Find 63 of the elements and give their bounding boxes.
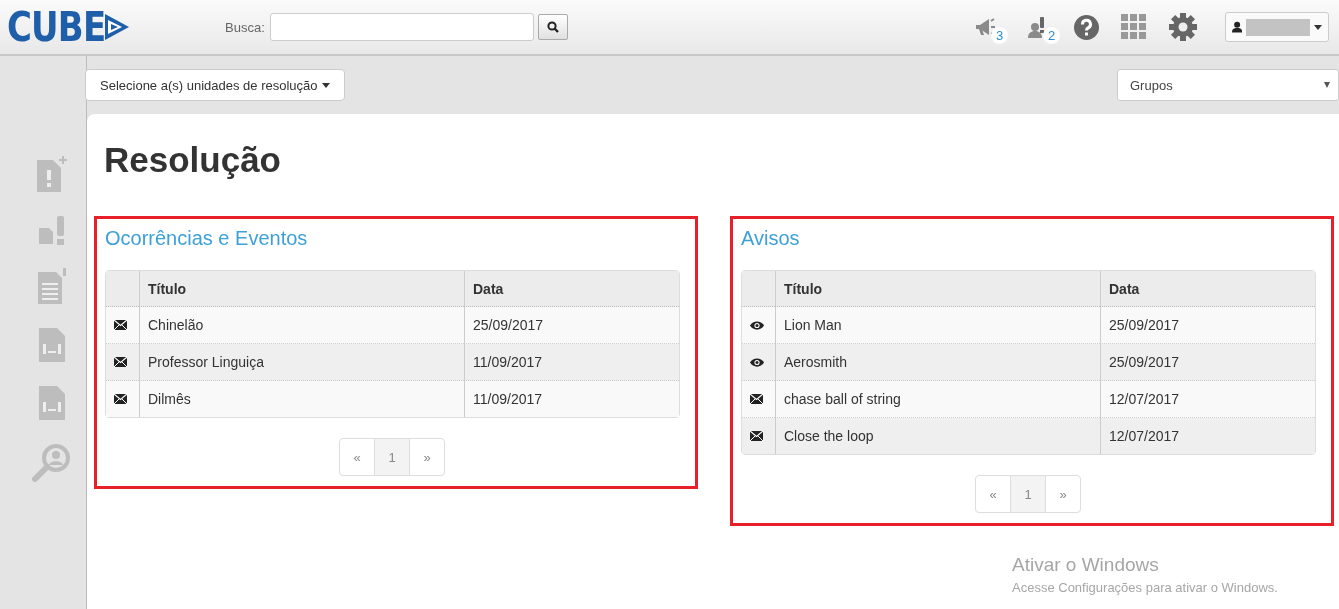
notification-count: 3 [991,27,1008,44]
header-cell: Título [775,271,1100,307]
search-button[interactable] [537,14,568,40]
user-menu[interactable] [1225,12,1329,42]
notification-count: 2 [1043,27,1060,44]
table-cell: Dilmês [139,381,464,417]
logo-text[interactable]: CUBE [7,4,106,50]
caret-icon [1314,24,1322,30]
next-page-button[interactable]: » [1045,475,1081,513]
envelope-icon [114,320,127,330]
table-cell: Professor Linguiça [139,344,464,381]
header-cell: Data [1100,271,1315,307]
activation-title: Ativar o Windows [1012,554,1160,576]
table-cell: 12/07/2017 [1100,418,1315,454]
envelope-icon [114,357,127,367]
table-cell: 25/09/2017 [464,307,679,344]
table-cell: Chinelão [139,307,464,344]
table-cell: 11/09/2017 [464,344,679,381]
caret-icon [321,82,330,88]
table-cell: Lion Man [775,307,1100,344]
apps-grid-icon[interactable] [1121,14,1147,40]
search-field[interactable] [269,13,534,41]
table-cell: chase ball of string [775,381,1100,418]
table-cell: 12/07/2017 [1100,381,1315,418]
megaphone-icon [974,17,996,37]
section-title: Ocorrências e Eventos [105,227,309,250]
header-cell: Título [139,271,464,307]
envelope-icon [114,394,127,404]
user-icon [1232,21,1243,33]
header-cell: Data [464,271,679,307]
search-icon [546,21,559,33]
page-title: Resolução [104,140,282,180]
document-exchange-icon[interactable] [37,384,67,420]
envelope-icon [750,431,763,441]
groups-select[interactable]: Grupos [1117,69,1339,101]
page-button[interactable]: 1 [1010,475,1046,513]
document-alert-icon[interactable] [37,214,67,246]
eye-icon [750,358,764,367]
play-logo-icon [102,12,131,42]
activation-text: Acesse Configurações para ativar o Windows. [1012,580,1278,595]
table-cell: 25/09/2017 [1100,307,1315,344]
section-title: Avisos [741,227,801,250]
help-icon[interactable] [1074,14,1099,40]
next-page-button[interactable]: » [409,438,445,476]
document-lines-icon[interactable] [36,268,68,304]
units-dropdown[interactable]: Selecione a(s) unidades de resolução [85,69,345,101]
page-button[interactable]: 1 [374,438,410,476]
document-exchange-icon[interactable] [37,326,67,362]
caret-icon [1324,82,1330,88]
envelope-icon [750,394,763,404]
search-label: Busca: [225,19,265,35]
user-search-icon[interactable] [32,442,72,482]
header-cell [742,271,775,307]
eye-icon [750,321,764,330]
settings-icon[interactable] [1169,13,1197,41]
previous-page-button[interactable]: « [339,438,375,476]
table-cell: 25/09/2017 [1100,344,1315,381]
header-cell [106,271,139,307]
previous-page-button[interactable]: « [975,475,1011,513]
table-cell: Close the loop [775,418,1100,454]
table-cell: Aerosmith [775,344,1100,381]
table-cell: 11/09/2017 [464,381,679,417]
document-add-icon[interactable] [35,156,69,192]
